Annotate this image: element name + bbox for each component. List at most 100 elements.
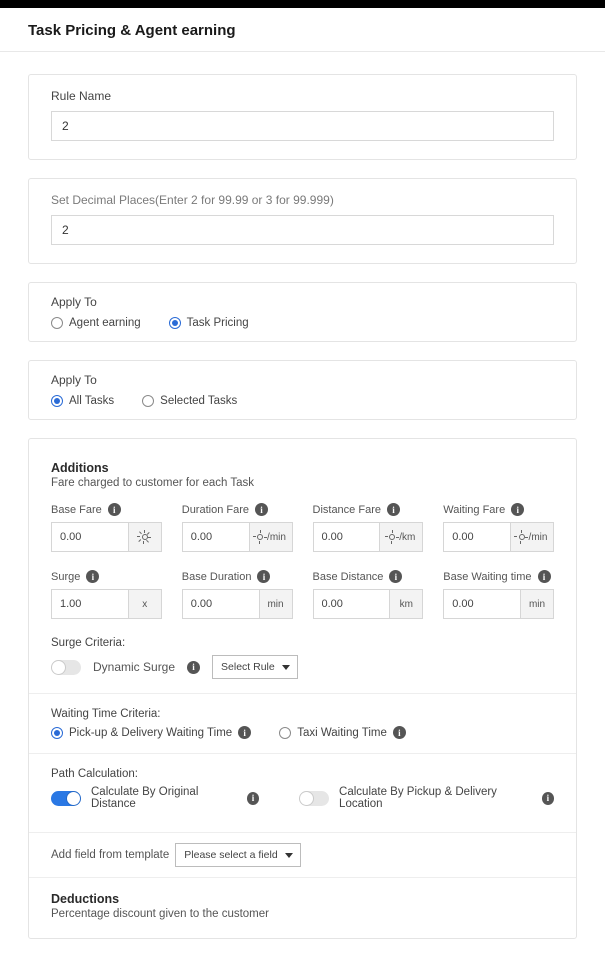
apply-to-2-label: Apply To <box>51 373 554 387</box>
additions-title: Additions <box>51 461 554 475</box>
radio-agent-earning[interactable]: Agent earning <box>51 317 141 329</box>
radio-icon <box>142 395 154 407</box>
page-title: Task Pricing & Agent earning <box>28 22 577 39</box>
radio-label: Selected Tasks <box>160 395 237 407</box>
apply-to-tasks-card: Apply To All Tasks Selected Tasks <box>28 360 577 420</box>
page-content: Rule Name Set Decimal Places(Enter 2 for… <box>0 52 605 979</box>
base-fare-input[interactable] <box>51 522 128 552</box>
info-icon[interactable]: i <box>86 570 99 583</box>
decimal-places-label: Set Decimal Places(Enter 2 for 99.99 or … <box>51 193 554 207</box>
base-duration-field: Base Duration i min <box>182 570 293 619</box>
dynamic-surge-toggle[interactable] <box>51 660 81 675</box>
unit-label: /min <box>529 532 548 543</box>
radio-icon <box>279 727 291 739</box>
info-icon[interactable]: i <box>511 503 524 516</box>
base-waiting-label: Base Waiting time <box>443 571 531 583</box>
base-waiting-field: Base Waiting time i min <box>443 570 554 619</box>
path-calc-original-distance: Calculate By Original Distance i <box>51 786 259 810</box>
path-calc-label: Path Calculation: <box>51 768 554 780</box>
decimal-places-card: Set Decimal Places(Enter 2 for 99.99 or … <box>28 178 577 264</box>
surge-input[interactable] <box>51 589 128 619</box>
radio-label: All Tasks <box>69 395 114 407</box>
toggle-label: Calculate By Original Distance <box>91 786 237 810</box>
radio-icon <box>51 317 63 329</box>
additions-card: Additions Fare charged to customer for e… <box>28 438 577 939</box>
additions-row-2: Surge i x Base Duration i min <box>51 570 554 619</box>
radio-all-tasks[interactable]: All Tasks <box>51 395 114 407</box>
duration-fare-label: Duration Fare <box>182 504 249 516</box>
decimal-places-input[interactable] <box>51 215 554 245</box>
select-placeholder: Please select a field <box>184 849 277 861</box>
info-icon[interactable]: i <box>187 661 200 674</box>
additions-row-1: Base Fare i Duration Fare i <box>51 503 554 552</box>
info-icon[interactable]: i <box>238 726 251 739</box>
divider <box>29 693 576 694</box>
dynamic-surge-label: Dynamic Surge <box>93 660 175 674</box>
base-duration-input[interactable] <box>182 589 259 619</box>
info-icon[interactable]: i <box>247 792 259 805</box>
info-icon[interactable]: i <box>393 726 406 739</box>
toggle-label: Calculate By Pickup & Delivery Location <box>339 786 532 810</box>
unit-addon: min <box>259 589 293 619</box>
radio-pickup-delivery-waiting[interactable]: Pick-up & Delivery Waiting Time i <box>51 726 251 739</box>
rule-name-input[interactable] <box>51 111 554 141</box>
pickup-location-toggle[interactable] <box>299 791 329 806</box>
info-icon[interactable]: i <box>257 570 270 583</box>
waiting-fare-label: Waiting Fare <box>443 504 505 516</box>
base-duration-label: Base Duration <box>182 571 252 583</box>
unit-addon: km <box>389 589 423 619</box>
unit-label: min <box>267 599 283 610</box>
rule-name-card: Rule Name <box>28 74 577 160</box>
duration-fare-input[interactable] <box>182 522 249 552</box>
radio-task-pricing[interactable]: Task Pricing <box>169 317 249 329</box>
unit-label: km <box>400 599 413 610</box>
original-distance-toggle[interactable] <box>51 791 81 806</box>
radio-icon <box>51 395 63 407</box>
surge-criteria-block: Surge Criteria: Dynamic Surge i Select R… <box>51 637 554 679</box>
unit-label: /km <box>399 532 415 543</box>
info-icon[interactable]: i <box>389 570 402 583</box>
path-calc-pickup-location: Calculate By Pickup & Delivery Location … <box>299 786 554 810</box>
rule-name-label: Rule Name <box>51 89 554 103</box>
distance-fare-input[interactable] <box>313 522 380 552</box>
surge-label: Surge <box>51 571 80 583</box>
currency-icon <box>128 522 162 552</box>
radio-label: Taxi Waiting Time <box>297 727 387 739</box>
info-icon[interactable]: i <box>542 792 554 805</box>
add-field-select[interactable]: Please select a field <box>175 843 300 867</box>
add-field-label: Add field from template <box>51 849 169 861</box>
deductions-title: Deductions <box>51 892 554 906</box>
waiting-fare-field: Waiting Fare i /min <box>443 503 554 552</box>
radio-taxi-waiting[interactable]: Taxi Waiting Time i <box>279 726 406 739</box>
radio-selected-tasks[interactable]: Selected Tasks <box>142 395 237 407</box>
duration-fare-field: Duration Fare i /min <box>182 503 293 552</box>
apply-to-2-options: All Tasks Selected Tasks <box>51 395 554 407</box>
apply-to-earning-pricing-card: Apply To Agent earning Task Pricing <box>28 282 577 342</box>
surge-rule-select[interactable]: Select Rule <box>212 655 298 679</box>
info-icon[interactable]: i <box>255 503 268 516</box>
radio-label: Task Pricing <box>187 317 249 329</box>
surge-field: Surge i x <box>51 570 162 619</box>
unit-addon: min <box>520 589 554 619</box>
info-icon[interactable]: i <box>387 503 400 516</box>
info-icon[interactable]: i <box>108 503 121 516</box>
radio-icon <box>169 317 181 329</box>
distance-fare-field: Distance Fare i /km <box>313 503 424 552</box>
surge-criteria-label: Surge Criteria: <box>51 637 554 649</box>
apply-to-1-options: Agent earning Task Pricing <box>51 317 554 329</box>
radio-icon <box>51 727 63 739</box>
deductions-subtitle: Percentage discount given to the custome… <box>51 908 554 920</box>
additions-subtitle: Fare charged to customer for each Task <box>51 477 554 489</box>
waiting-fare-input[interactable] <box>443 522 510 552</box>
unit-addon: /min <box>510 522 554 552</box>
info-icon[interactable]: i <box>538 570 551 583</box>
base-distance-label: Base Distance <box>313 571 384 583</box>
deductions-block: Deductions Percentage discount given to … <box>29 877 576 938</box>
base-distance-input[interactable] <box>313 589 390 619</box>
base-waiting-input[interactable] <box>443 589 520 619</box>
waiting-criteria-label: Waiting Time Criteria: <box>51 708 554 720</box>
apply-to-1-label: Apply To <box>51 295 554 309</box>
unit-addon: /km <box>379 522 423 552</box>
path-calc-block: Path Calculation: Calculate By Original … <box>51 768 554 810</box>
base-distance-field: Base Distance i km <box>313 570 424 619</box>
